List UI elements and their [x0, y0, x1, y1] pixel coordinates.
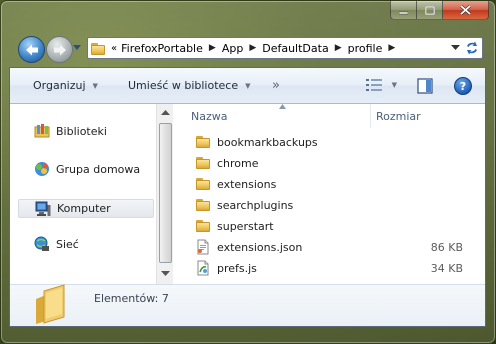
item-count: Elementów: 7 — [94, 292, 169, 305]
change-view-control[interactable]: ▼ — [365, 79, 397, 91]
scrollbar-thumb[interactable] — [159, 123, 172, 263]
column-divider[interactable] — [370, 104, 371, 128]
list-item[interactable]: superstart — [195, 216, 475, 236]
organize-label: Organizuj — [33, 79, 86, 92]
address-bar[interactable]: « FirefoxPortable ▶ App ▶ DefaultData ▶ … — [87, 37, 483, 59]
chevron-down-icon: ▼ — [92, 81, 98, 90]
folder-icon — [90, 41, 105, 55]
file-list: Nazwa Rozmiar bookmarkbackups chrome ext… — [173, 104, 485, 284]
navigation-pane: Biblioteki Grupa domowa Komputer Sieć — [10, 104, 156, 284]
breadcrumb-separator[interactable]: ▶ — [209, 43, 216, 53]
libraries-icon — [34, 123, 50, 139]
nav-item-label: Biblioteki — [56, 124, 107, 138]
file-name: extensions.json — [217, 240, 303, 254]
recent-pages-dropdown[interactable] — [73, 44, 81, 52]
folder-icon — [195, 176, 211, 192]
breadcrumb-item[interactable]: FirefoxPortable — [121, 42, 203, 55]
nav-item-network[interactable]: Sieć — [34, 236, 79, 252]
minimize-button[interactable] — [390, 1, 417, 20]
file-name: prefs.js — [217, 261, 257, 275]
json-file-icon — [195, 239, 211, 255]
navigation-pane-scrollbar[interactable] — [156, 104, 173, 284]
list-item[interactable]: prefs.js 34 KB — [195, 258, 475, 278]
file-name: superstart — [217, 219, 274, 233]
arrow-left-icon — [25, 44, 38, 55]
list-item[interactable]: searchplugins — [195, 195, 475, 215]
folder-icon — [195, 155, 211, 171]
details-view-icon — [365, 79, 382, 91]
breadcrumb-separator[interactable]: ▶ — [388, 43, 395, 53]
navigation-bar: « FirefoxPortable ▶ App ▶ DefaultData ▶ … — [15, 34, 485, 64]
folder-icon — [195, 197, 211, 213]
nav-item-label: Sieć — [56, 237, 79, 251]
breadcrumb-overflow[interactable]: « — [111, 43, 117, 54]
nav-item-computer[interactable]: Komputer — [18, 199, 154, 218]
sort-ascending-icon — [279, 104, 286, 109]
list-item[interactable]: extensions.json 86 KB — [195, 237, 475, 257]
scroll-up-icon[interactable] — [161, 110, 170, 116]
file-name: chrome — [217, 156, 259, 170]
close-button[interactable] — [443, 1, 489, 20]
arrow-right-icon — [53, 44, 66, 55]
js-file-icon — [195, 260, 211, 276]
more-commands-button[interactable]: » — [272, 78, 280, 93]
nav-item-libraries[interactable]: Biblioteki — [34, 123, 107, 139]
list-item[interactable]: bookmarkbackups — [195, 132, 475, 152]
list-item[interactable]: extensions — [195, 174, 475, 194]
breadcrumb-item[interactable]: App — [222, 42, 244, 55]
column-header: Nazwa Rozmiar — [173, 104, 485, 128]
column-size-header[interactable]: Rozmiar — [376, 110, 421, 123]
nav-item-label: Grupa domowa — [56, 162, 141, 176]
folder-icon — [36, 284, 65, 324]
help-icon[interactable]: ? — [454, 77, 472, 95]
list-item[interactable]: chrome — [195, 153, 475, 173]
minimize-icon — [399, 11, 408, 14]
explorer-window: « FirefoxPortable ▶ App ▶ DefaultData ▶ … — [0, 0, 496, 344]
network-icon — [34, 236, 50, 252]
include-in-library-menu[interactable]: Umieść w bibliotece ▼ — [128, 79, 251, 92]
maximize-icon — [424, 5, 435, 15]
explorer-content: Organizuj ▼ Umieść w bibliotece ▼ » ▼ ? … — [9, 67, 486, 327]
preview-pane-icon[interactable] — [417, 78, 433, 94]
breadcrumb-item[interactable]: profile — [348, 42, 383, 55]
folder-icon — [195, 218, 211, 234]
folder-icon — [195, 134, 211, 150]
nav-item-homegroup[interactable]: Grupa domowa — [34, 161, 140, 177]
file-size: 86 KB — [430, 240, 463, 254]
scroll-down-icon[interactable] — [161, 271, 170, 277]
file-size: 34 KB — [430, 261, 463, 275]
chevron-down-icon: ▼ — [245, 81, 251, 90]
window-caption-buttons — [390, 1, 489, 21]
file-name: bookmarkbackups — [217, 135, 318, 149]
back-button[interactable] — [18, 36, 45, 63]
details-pane: Elementów: 7 — [10, 284, 485, 326]
refresh-icon[interactable] — [465, 41, 479, 55]
address-dropdown-icon[interactable] — [451, 45, 460, 51]
close-icon — [460, 5, 471, 15]
column-name-header[interactable]: Nazwa — [191, 110, 227, 123]
file-name: extensions — [217, 177, 277, 191]
computer-icon — [35, 201, 51, 217]
forward-button[interactable] — [46, 36, 73, 63]
homegroup-icon — [34, 161, 50, 177]
breadcrumb-item[interactable]: DefaultData — [262, 42, 328, 55]
command-bar: Organizuj ▼ Umieść w bibliotece ▼ » ▼ ? — [10, 68, 485, 104]
nav-item-label: Komputer — [57, 202, 111, 215]
breadcrumb-separator[interactable]: ▶ — [249, 43, 256, 53]
file-name: searchplugins — [217, 198, 294, 212]
breadcrumb: « FirefoxPortable ▶ App ▶ DefaultData ▶ … — [106, 42, 401, 55]
maximize-button[interactable] — [417, 1, 443, 20]
breadcrumb-separator[interactable]: ▶ — [335, 43, 342, 53]
chevron-down-icon: ▼ — [391, 81, 397, 89]
organize-menu[interactable]: Organizuj ▼ — [33, 79, 98, 92]
include-in-library-label: Umieść w bibliotece — [128, 79, 239, 92]
